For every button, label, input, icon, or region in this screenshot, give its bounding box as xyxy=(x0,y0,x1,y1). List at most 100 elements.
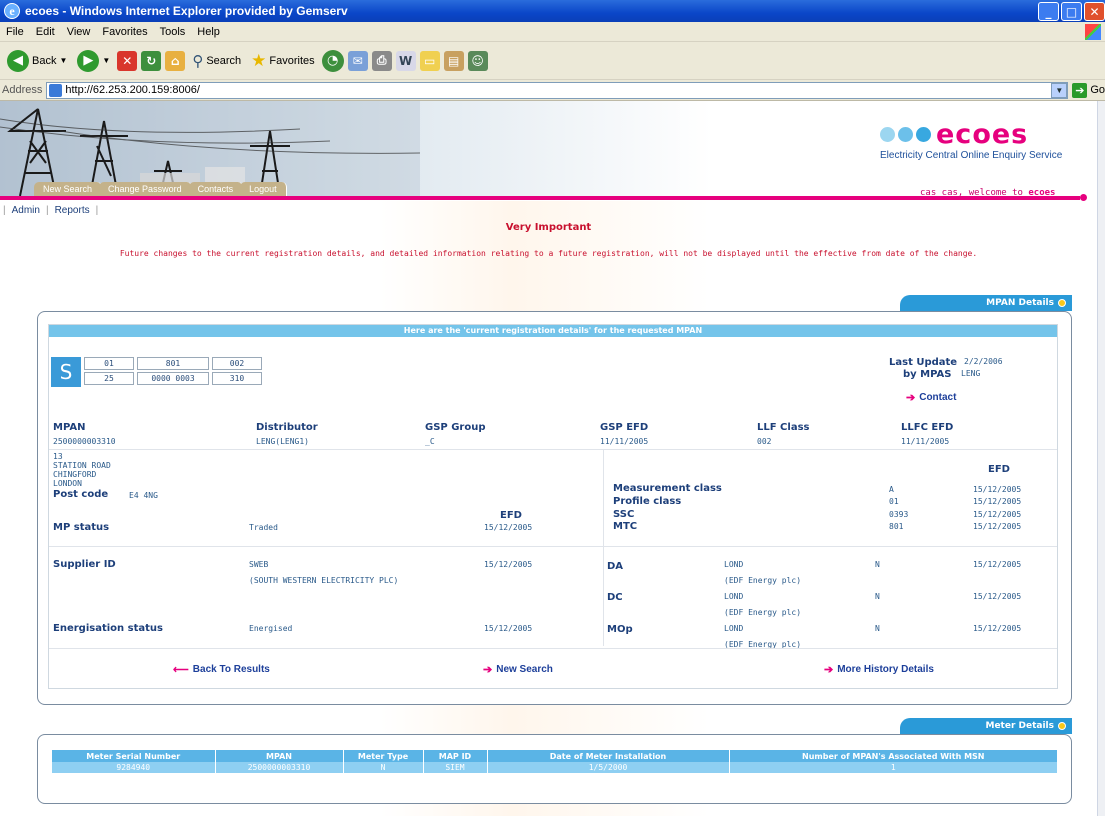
page-icon xyxy=(49,83,63,97)
reports-link[interactable]: Reports xyxy=(52,205,93,216)
last-update-label: Last Update xyxy=(889,357,958,368)
back-button[interactable]: ◀ Back ▼ xyxy=(4,48,70,74)
dc-id: LOND xyxy=(724,592,744,601)
folder-icon[interactable]: ▭ xyxy=(419,50,440,71)
gsp-efd-value: 11/11/2005 xyxy=(600,437,649,446)
mpan-label: MPAN xyxy=(53,422,86,433)
header-banner: ecoes Electricity Central Online Enquiry… xyxy=(0,101,1097,198)
menu-view[interactable]: View xyxy=(61,26,97,38)
table-row: 9284940 2500000003310 N SIEM 1/5/2000 1 xyxy=(52,762,1058,773)
close-button[interactable]: ✕ xyxy=(1084,2,1105,21)
contact-link[interactable]: ➔ Contact xyxy=(906,391,956,404)
research-icon[interactable]: ▤ xyxy=(443,50,464,71)
supplier-id-value: SWEB xyxy=(249,560,269,569)
col-mpan-count: Number of MPAN's Associated With MSN xyxy=(729,750,1058,762)
gsp-group-value: _C xyxy=(425,437,435,446)
energisation-efd: 15/12/2005 xyxy=(484,624,533,633)
back-to-results-link[interactable]: ⟵ Back To Results xyxy=(173,663,270,676)
tab-new-search[interactable]: New Search xyxy=(34,182,103,196)
go-button[interactable]: ➔ Go xyxy=(1072,82,1105,98)
page-content: ecoes Electricity Central Online Enquiry… xyxy=(0,101,1097,816)
menu-help[interactable]: Help xyxy=(191,26,226,38)
menu-edit[interactable]: Edit xyxy=(30,26,61,38)
refresh-icon[interactable]: ↻ xyxy=(141,50,162,71)
mpan-header: Here are the 'current registration detai… xyxy=(49,325,1057,337)
maximize-button[interactable]: □ xyxy=(1061,2,1082,21)
ssc-value: 0393 xyxy=(889,510,909,519)
mop-id: LOND xyxy=(724,624,744,633)
search-button[interactable]: ⚲ Search xyxy=(189,50,244,72)
menu-favorites[interactable]: Favorites xyxy=(96,26,153,38)
toolbar: ◀ Back ▼ ▶ ▼ ✕ ↻ ⌂ ⚲ Search ★ Favorites ◔ ✉ ⎙… xyxy=(0,42,1105,80)
favorites-button[interactable]: ★ Favorites xyxy=(248,49,318,73)
mtc-efd: 15/12/2005 xyxy=(973,522,1022,531)
menu-tools[interactable]: Tools xyxy=(154,26,192,38)
title-bar: e ecoes - Windows Internet Explorer prov… xyxy=(0,0,1105,22)
address-input[interactable]: http://62.253.200.159:8006/ ▼ xyxy=(46,81,1069,99)
arrow-left-icon: ⟵ xyxy=(173,664,189,676)
mop-label: MOp xyxy=(607,624,633,635)
tab-change-password[interactable]: Change Password xyxy=(99,182,192,196)
minimize-button[interactable]: _ xyxy=(1038,2,1059,21)
dc-name: (EDF Energy plc) xyxy=(724,608,802,617)
da-efd: 15/12/2005 xyxy=(973,560,1022,569)
admin-link[interactable]: Admin xyxy=(9,205,43,216)
dc-efd: 15/12/2005 xyxy=(973,592,1022,601)
stop-icon[interactable]: ✕ xyxy=(117,50,138,71)
last-update-value: 2/2/2006 xyxy=(964,357,1003,366)
notice-title: Very Important xyxy=(505,222,592,233)
s-letter: S xyxy=(51,357,81,387)
forward-button[interactable]: ▶ ▼ xyxy=(74,48,113,74)
arrow-right-icon: ➔ xyxy=(483,664,493,676)
cell-install-date: 1/5/2000 xyxy=(487,762,730,773)
ecoes-logo: ecoes xyxy=(880,119,1028,150)
s-bottom-2: 0000 0003 xyxy=(137,372,209,385)
col-map-id: MAP ID xyxy=(423,750,488,762)
da-label: DA xyxy=(607,561,624,572)
messenger-icon[interactable]: ☺ xyxy=(467,50,488,71)
supplier-id-label: Supplier ID xyxy=(53,559,116,570)
da-name: (EDF Energy plc) xyxy=(724,576,802,585)
ssc-efd: 15/12/2005 xyxy=(973,510,1022,519)
more-history-link[interactable]: ➔ More History Details xyxy=(824,663,934,676)
measurement-class-value: A xyxy=(889,485,894,494)
edit-icon[interactable]: W xyxy=(395,50,416,71)
col-mpan: MPAN xyxy=(215,750,344,762)
mpan-inner: Here are the 'current registration detai… xyxy=(48,324,1058,689)
cell-meter-type: N xyxy=(343,762,424,773)
mp-status-efd: 15/12/2005 xyxy=(484,523,533,532)
new-search-link[interactable]: ➔ New Search xyxy=(483,663,553,676)
col-meter-type: Meter Type xyxy=(343,750,424,762)
supplier-efd: 15/12/2005 xyxy=(484,560,533,569)
address-dropdown-icon[interactable]: ▼ xyxy=(1051,82,1068,98)
tab-contacts[interactable]: Contacts xyxy=(188,182,244,196)
vertical-scrollbar[interactable] xyxy=(1097,101,1105,816)
mpan-value: 2500000003310 xyxy=(53,437,116,446)
s-bottom-1: 25 xyxy=(84,372,134,385)
postcode-value: E4 4NG xyxy=(129,491,158,500)
meter-panel: Meter Serial Number MPAN Meter Type MAP … xyxy=(37,734,1072,804)
print-icon[interactable]: ⎙ xyxy=(371,50,392,71)
col-install-date: Date of Meter Installation xyxy=(487,750,730,762)
menu-bar: File Edit View Favorites Tools Help xyxy=(0,22,1105,42)
windows-logo-icon xyxy=(1085,24,1101,40)
address-line-3: CHINGFORD xyxy=(53,470,97,479)
mop-flag: N xyxy=(875,624,880,633)
llf-class-label: LLF Class xyxy=(757,422,810,433)
tagline: Electricity Central Online Enquiry Servi… xyxy=(880,150,1063,161)
da-id: LOND xyxy=(724,560,744,569)
history-icon[interactable]: ◔ xyxy=(321,49,344,72)
home-icon[interactable]: ⌂ xyxy=(165,50,186,71)
meter-details-tab: Meter Details xyxy=(900,718,1072,734)
cell-mpan: 2500000003310 xyxy=(215,762,344,773)
tab-logout[interactable]: Logout xyxy=(240,182,287,196)
tab-dot-icon xyxy=(1058,722,1066,730)
mail-icon[interactable]: ✉ xyxy=(347,50,368,71)
meter-table-header: Meter Serial Number MPAN Meter Type MAP … xyxy=(52,750,1058,762)
s-top-2: 801 xyxy=(137,357,209,370)
efd-label-right: EFD xyxy=(988,464,1010,475)
mtc-label: MTC xyxy=(613,521,638,532)
gsp-group-label: GSP Group xyxy=(425,422,486,433)
supplier-name: (SOUTH WESTERN ELECTRICITY PLC) xyxy=(249,576,399,585)
menu-file[interactable]: File xyxy=(0,26,30,38)
